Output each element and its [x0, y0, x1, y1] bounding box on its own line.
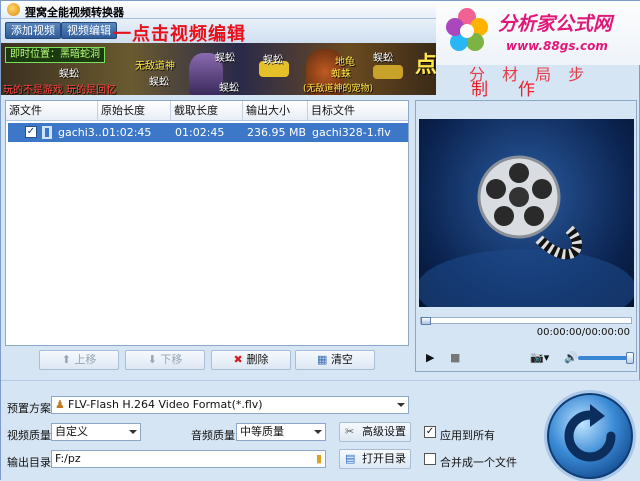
column-header-original-length[interactable]: 原始长度 [98, 101, 171, 121]
merge-checkbox[interactable] [424, 453, 436, 465]
merge-label: 合并成一个文件 [440, 456, 517, 469]
cell-target: gachi328-1.flv [312, 126, 391, 139]
column-header-source[interactable]: 源文件 [6, 101, 98, 121]
delete-button[interactable]: ✖ 删除 [211, 350, 291, 370]
centipede-figure [373, 65, 403, 79]
video-quality-select[interactable]: 自定义 [51, 423, 141, 441]
list-toolbar: ⬆ 上移 ⬇ 下移 ✖ 删除 ▦ 清空 [5, 347, 409, 373]
stop-icon[interactable]: ■ [450, 351, 460, 364]
preset-select[interactable]: ♟ FLV-Flash H.264 Video Format(*.flv) [51, 396, 409, 414]
edit-video-button[interactable]: 视频编辑 [61, 22, 117, 39]
clear-icon: ▦ [317, 353, 331, 366]
video-preview [419, 119, 634, 307]
move-up-label: 上移 [74, 353, 97, 366]
output-dir-value: F:/pz [55, 452, 81, 465]
clear-button[interactable]: ▦ 清空 [295, 350, 375, 370]
banner-label: (无敌道神的宠物) [303, 84, 374, 94]
banner-label: 蜈蚣 [149, 77, 169, 88]
banner-label: 无敌道神 [135, 61, 175, 72]
convert-arrow-icon [564, 404, 616, 462]
banner-label: 蜈蚣 [373, 53, 393, 64]
convert-start-button[interactable] [547, 393, 633, 479]
cell-output-size: 236.95 MB [247, 126, 307, 139]
advanced-settings-button[interactable]: ✂ 高级设置 [339, 422, 411, 442]
audio-quality-select[interactable]: 中等质量 [236, 423, 326, 441]
advanced-settings-label: 高级设置 [362, 425, 406, 438]
audio-quality-value: 中等质量 [240, 425, 284, 438]
person-icon: ♟ [55, 398, 65, 411]
logo-brand-text: 分析家公式网 [498, 13, 613, 35]
seek-bar[interactable] [420, 317, 632, 325]
banner-label: 蜈蚣 [263, 55, 283, 66]
arrow-up-icon: ⬆ [61, 353, 75, 366]
seek-handle[interactable] [421, 317, 431, 325]
volume-slider[interactable] [578, 352, 634, 364]
column-header-target[interactable]: 目标文件 [308, 101, 408, 121]
logo-url-text: www.88gs.com [506, 39, 608, 53]
game-banner-ad[interactable]: 即时位置：黑暗蛇洞 蜈蚣 无敌道神 蜈蚣 蜈蚣 蜈蚣 蜘蛛 地龟 (无敌道神的宠… [1, 43, 436, 95]
app-window: 狸窝全能视频转换器 添加视频 视频编辑 一点击视频编辑 即时位置：黑暗蛇洞 蜈蚣… [0, 0, 640, 481]
watermark-caption: 分 材 局 步 制作 [461, 65, 601, 100]
video-quality-value: 自定义 [55, 425, 88, 438]
settings-panel: 预置方案: ♟ FLV-Flash H.264 Video Format(*.f… [1, 380, 640, 481]
apply-all-checkbox[interactable]: ✓ [424, 426, 436, 438]
snapshot-icon[interactable]: 📷▾ [530, 351, 549, 364]
site-logo: 分析家公式网 www.88gs.com [436, 1, 640, 65]
wrench-icon: ✂ [345, 425, 355, 438]
output-dir-field[interactable]: F:/pz ▮ [51, 450, 326, 468]
cell-clip-length: 01:02:45 [175, 126, 225, 139]
video-quality-label: 视频质量: [7, 429, 55, 442]
volume-icon[interactable]: 🔊 [564, 351, 578, 364]
preview-panel: 00:00:00/00:00:00 ▶ ■ 📷▾ 🔊 [415, 100, 637, 372]
app-icon [7, 3, 20, 16]
cell-original-length: 01:02:45 [102, 126, 152, 139]
file-list-header: 源文件 原始长度 截取长度 输出大小 目标文件 [6, 101, 408, 121]
preset-value: FLV-Flash H.264 Video Format(*.flv) [68, 398, 263, 411]
banner-label: 蜈蚣 [215, 53, 235, 64]
banner-label: 蜈蚣 [59, 69, 79, 80]
open-folder-icon: ▤ [345, 452, 356, 465]
banner-tag: 点 [415, 53, 436, 78]
audio-quality-label: 音频质量: [191, 429, 239, 442]
move-down-label: 下移 [160, 353, 183, 366]
row-checkbox[interactable]: ✓ [25, 126, 37, 138]
table-row[interactable]: ✓ gachi3... 01:02:45 01:02:45 236.95 MB … [8, 123, 408, 142]
window-title: 狸窝全能视频转换器 [25, 6, 124, 19]
cell-source: gachi3... [58, 126, 106, 139]
file-list: 源文件 原始长度 截取长度 输出大小 目标文件 ✓ gachi3... 01:0… [5, 100, 409, 346]
delete-icon: ✖ [233, 353, 247, 366]
output-dir-label: 输出目录: [7, 456, 55, 469]
volume-handle[interactable] [626, 352, 634, 364]
delete-label: 删除 [246, 353, 269, 366]
clear-label: 清空 [330, 353, 353, 366]
banner-footer: 玩的不是游戏 玩的是回忆 [3, 85, 117, 95]
film-reel-icon [419, 155, 634, 307]
flower-icon [446, 8, 488, 51]
timecode: 00:00:00/00:00:00 [536, 327, 630, 338]
move-up-button[interactable]: ⬆ 上移 [39, 350, 119, 370]
film-icon [42, 126, 52, 139]
banner-label: 蜈蚣 [219, 83, 239, 94]
banner-label: 地龟 [335, 57, 355, 68]
column-header-clip-length[interactable]: 截取长度 [171, 101, 243, 121]
open-dir-button[interactable]: ▤ 打开目录 [339, 449, 411, 469]
column-header-output-size[interactable]: 输出大小 [243, 101, 308, 121]
preset-label: 预置方案: [7, 402, 55, 415]
arrow-down-icon: ⬇ [147, 353, 161, 366]
apply-all-label: 应用到所有 [440, 429, 495, 442]
add-video-button[interactable]: 添加视频 [5, 22, 61, 39]
move-down-button[interactable]: ⬇ 下移 [125, 350, 205, 370]
open-dir-label: 打开目录 [362, 452, 406, 465]
play-icon[interactable]: ▶ [426, 351, 434, 364]
location-label: 即时位置：黑暗蛇洞 [5, 47, 105, 63]
folder-icon[interactable]: ▮ [316, 451, 322, 467]
watermark-line-2: 制作 [471, 80, 565, 100]
